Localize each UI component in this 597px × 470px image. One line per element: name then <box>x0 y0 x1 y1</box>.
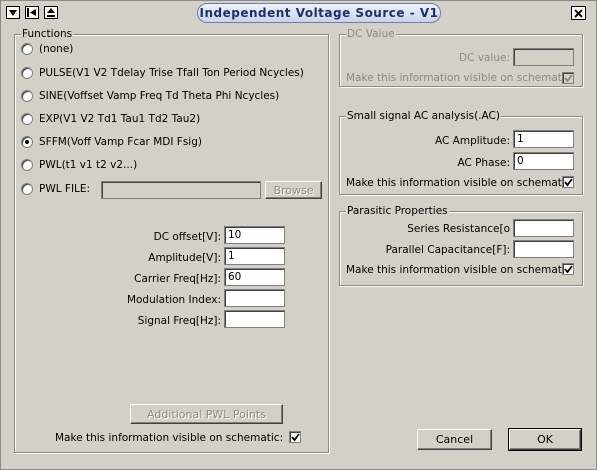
carrier-freq-input[interactable]: 60 <box>224 268 285 286</box>
radio-button[interactable] <box>21 67 33 79</box>
ac-amplitude-label: AC Amplitude: <box>434 135 510 147</box>
radio-label-sffm: SFFM(Voff Vamp Fcar MDI Fsig) <box>39 136 202 148</box>
dc-visible-checkbox[interactable] <box>562 72 574 84</box>
cancel-button[interactable]: Cancel <box>417 429 492 450</box>
parallel-capacitance-input[interactable] <box>513 240 574 258</box>
signal-freq-label: Signal Freq[Hz]: <box>137 315 221 327</box>
radio-sine[interactable]: SINE(Voffset Vamp Freq Td Theta Phi Ncyc… <box>21 90 279 102</box>
pin-icon[interactable] <box>25 6 39 19</box>
check-icon <box>563 264 573 273</box>
dc-offset-input[interactable]: 10 <box>224 226 285 244</box>
radio-label-exp: EXP(V1 V2 Td1 Tau1 Td2 Tau2) <box>39 113 201 125</box>
pwl-file-input[interactable] <box>101 181 261 199</box>
ok-button[interactable]: OK <box>508 428 582 451</box>
window-menu-icon[interactable] <box>6 6 20 19</box>
radio-exp[interactable]: EXP(V1 V2 Td1 Tau1 Td2 Tau2) <box>21 113 200 125</box>
carrier-freq-label: Carrier Freq[Hz]: <box>134 273 221 285</box>
radio-button[interactable] <box>21 90 33 102</box>
dc-offset-label: DC offset[V]: <box>153 231 221 243</box>
amplitude-input[interactable]: 1 <box>224 247 285 265</box>
dc-visible-label: Make this information visible on schemat… <box>346 72 575 84</box>
ac-phase-label: AC Phase: <box>457 157 510 169</box>
radio-label-pulse: PULSE(V1 V2 Tdelay Trise Tfall Ton Perio… <box>39 67 304 79</box>
modulation-index-input[interactable] <box>224 289 285 307</box>
radio-button[interactable] <box>21 183 33 195</box>
ac-phase-input[interactable]: 0 <box>513 152 574 170</box>
close-icon[interactable] <box>571 6 586 20</box>
series-resistance-input[interactable] <box>513 219 574 237</box>
parasitic-visible-checkbox[interactable] <box>562 263 574 275</box>
functions-group-label: Functions <box>21 28 74 41</box>
radio-button[interactable] <box>21 43 33 55</box>
parasitic-group-label: Parasitic Properties <box>346 205 449 218</box>
radio-none[interactable]: (none) <box>21 43 73 55</box>
radio-button[interactable] <box>21 159 33 171</box>
ac-analysis-group: Small signal AC analysis(.AC) AC Amplitu… <box>339 110 583 195</box>
check-icon <box>290 432 300 441</box>
ac-group-label: Small signal AC analysis(.AC) <box>346 110 501 123</box>
dc-value-input[interactable] <box>513 48 574 66</box>
radio-button-selected[interactable] <box>21 136 33 148</box>
functions-group: Functions (none) PULSE(V1 V2 Tdelay Tris… <box>14 28 329 453</box>
window-title: Independent Voltage Source - V1 <box>197 3 441 23</box>
parallel-capacitance-label: Parallel Capacitance[F]: <box>385 244 510 256</box>
title-bar: Independent Voltage Source - V1 <box>1 1 596 25</box>
dc-value-group: DC Value DC value: Make this information… <box>339 28 583 87</box>
signal-freq-input[interactable] <box>224 310 285 328</box>
radio-pulse[interactable]: PULSE(V1 V2 Tdelay Trise Tfall Ton Perio… <box>21 67 304 79</box>
radio-label-none: (none) <box>39 43 74 55</box>
ac-amplitude-input[interactable]: 1 <box>513 130 574 148</box>
functions-visible-label: Make this information visible on schemat… <box>55 432 284 444</box>
dialog-window: Independent Voltage Source - V1 Function… <box>0 0 597 470</box>
amplitude-label: Amplitude[V]: <box>148 252 221 264</box>
dc-value-group-label: DC Value <box>346 28 396 41</box>
ac-visible-checkbox[interactable] <box>562 176 574 188</box>
check-icon <box>563 177 573 186</box>
radio-label-pwl: PWL(t1 v1 t2 v2...) <box>39 159 138 171</box>
functions-visible-checkbox[interactable] <box>289 431 301 443</box>
shade-icon[interactable] <box>44 6 58 19</box>
check-icon <box>563 73 573 82</box>
radio-label-pwl-file: PWL FILE: <box>39 183 91 195</box>
radio-pwl-file[interactable]: PWL FILE: <box>21 183 90 195</box>
radio-button[interactable] <box>21 113 33 125</box>
radio-pwl[interactable]: PWL(t1 v1 t2 v2...) <box>21 159 137 171</box>
parasitic-group: Parasitic Properties Series Resistance[o… <box>339 205 583 286</box>
series-resistance-label: Series Resistance[o <box>407 223 510 235</box>
browse-button[interactable]: Browse <box>265 181 322 199</box>
parasitic-visible-label: Make this information visible on schemat… <box>346 264 575 276</box>
modulation-index-label: Modulation Index: <box>126 294 221 306</box>
radio-sffm[interactable]: SFFM(Voff Vamp Fcar MDI Fsig) <box>21 136 202 148</box>
additional-pwl-button[interactable]: Additional PWL Points <box>130 404 283 424</box>
radio-label-sine: SINE(Voffset Vamp Freq Td Theta Phi Ncyc… <box>39 90 280 102</box>
dc-value-label: DC value: <box>459 52 510 64</box>
ac-visible-label: Make this information visible on schemat… <box>346 177 575 189</box>
